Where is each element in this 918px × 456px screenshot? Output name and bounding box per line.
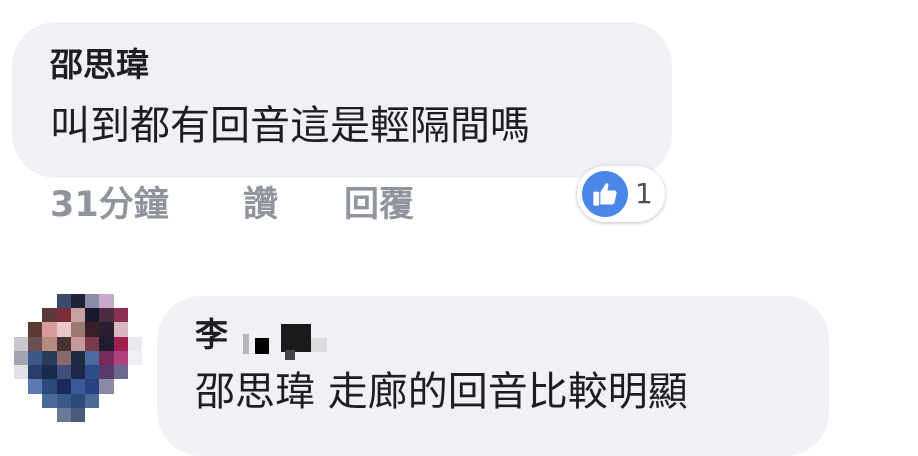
redacted-name [243, 322, 333, 362]
reply-button[interactable]: 回覆 [344, 188, 414, 223]
pixelated-avatar-icon[interactable] [14, 294, 142, 422]
reaction-summary[interactable]: 1 [577, 166, 665, 222]
like-button[interactable]: 讚 [243, 188, 278, 223]
comment-text: 邵思瑋 走廊的回音比較明顯 [195, 369, 688, 415]
comment-timestamp[interactable]: 31分鐘 [50, 188, 169, 223]
thumbs-up-icon [582, 171, 628, 217]
comment-author[interactable]: 李 [195, 318, 228, 351]
reaction-count: 1 [635, 177, 653, 210]
comment-text: 叫到都有回音這是輕隔間嗎 [50, 103, 530, 149]
comment-author[interactable]: 邵思瑋 [50, 48, 149, 81]
